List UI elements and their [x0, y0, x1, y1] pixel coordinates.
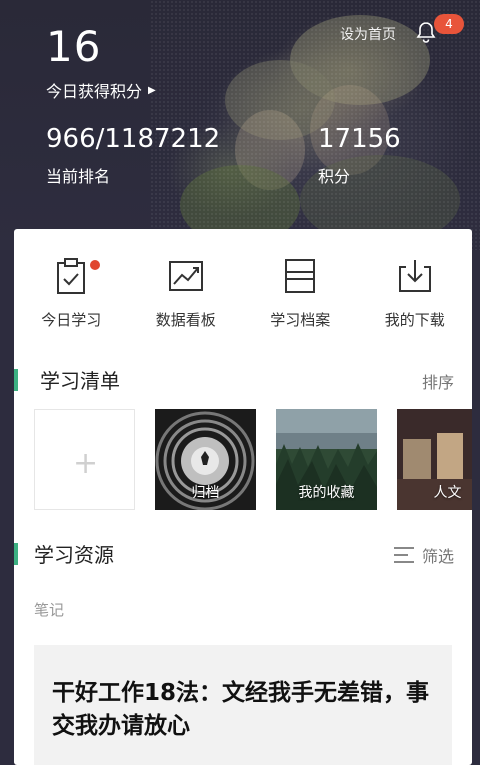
add-list-tile[interactable]: + — [34, 409, 135, 510]
action-label: 今日学习 — [41, 311, 102, 329]
sort-button[interactable]: 排序 — [422, 369, 454, 393]
study-list-row: + 归档 我的收藏 人文 — [34, 409, 472, 511]
action-study-archive[interactable]: 学习档案 — [243, 257, 358, 337]
action-label: 我的下载 — [384, 311, 445, 329]
list-item-humanities[interactable]: 人文 — [397, 409, 472, 510]
rank-value: 966/1187212 — [46, 124, 221, 154]
points-value: 16 — [46, 22, 102, 71]
today-points-link[interactable]: 今日获得积分 ▶ — [46, 78, 156, 102]
section-accent-bar — [14, 543, 18, 565]
filter-lines-icon — [393, 547, 414, 563]
tile-label: 人文 — [433, 485, 462, 501]
download-tray-icon — [398, 260, 431, 292]
resources-title: 学习资源 — [34, 543, 114, 567]
new-dot — [90, 260, 100, 270]
study-list-title: 学习清单 — [40, 369, 120, 393]
filter-button[interactable]: 筛选 — [393, 543, 454, 567]
article-title: 干好工作18法：文经我手无差错，事交我办请放心 — [52, 680, 430, 739]
archive-folder-icon — [285, 259, 316, 293]
tile-label: 我的收藏 — [298, 485, 355, 501]
notes-label: 笔记 — [34, 601, 65, 619]
clipboard-check-icon — [57, 258, 86, 294]
action-label: 数据看板 — [155, 311, 216, 329]
triangle-right-icon: ▶ — [148, 84, 156, 96]
set-homepage-button[interactable]: 设为首页 — [340, 24, 396, 44]
score-value: 17156 — [318, 124, 401, 154]
plus-icon: + — [73, 446, 99, 481]
action-today-study[interactable]: 今日学习 — [14, 257, 129, 337]
rank-label: 当前排名 — [46, 167, 111, 186]
score-label: 积分 — [318, 167, 351, 186]
article-card[interactable]: 干好工作18法：文经我手无差错，事交我办请放心 — [34, 645, 452, 765]
action-data-dashboard[interactable]: 数据看板 — [129, 257, 244, 337]
sort-label: 排序 — [421, 373, 454, 392]
list-item-favorites[interactable]: 我的收藏 — [276, 409, 377, 510]
quick-actions: 今日学习 数据看板 学习档案 我的下载 — [14, 257, 472, 337]
today-points-label: 今日获得积分 — [46, 82, 143, 101]
resources-header: 学习资源 筛选 — [14, 539, 472, 569]
chart-trend-icon — [168, 261, 203, 291]
tile-label: 归档 — [191, 485, 220, 501]
notification-badge: 4 — [434, 14, 464, 34]
action-label: 学习档案 — [270, 311, 331, 329]
list-item-archive[interactable]: 归档 — [155, 409, 256, 510]
action-my-downloads[interactable]: 我的下载 — [358, 257, 473, 337]
filter-label: 筛选 — [421, 547, 454, 566]
main-card: 今日学习 数据看板 学习档案 我的下载 学习清单 排序 + 归档 我的收藏 人文… — [14, 229, 472, 765]
section-accent-bar — [14, 369, 18, 391]
profile-header: 16 今日获得积分 ▶ 设为首页 4 966/1187212 当前排名 1715… — [0, 0, 480, 250]
study-list-header: 学习清单 排序 — [14, 365, 472, 395]
